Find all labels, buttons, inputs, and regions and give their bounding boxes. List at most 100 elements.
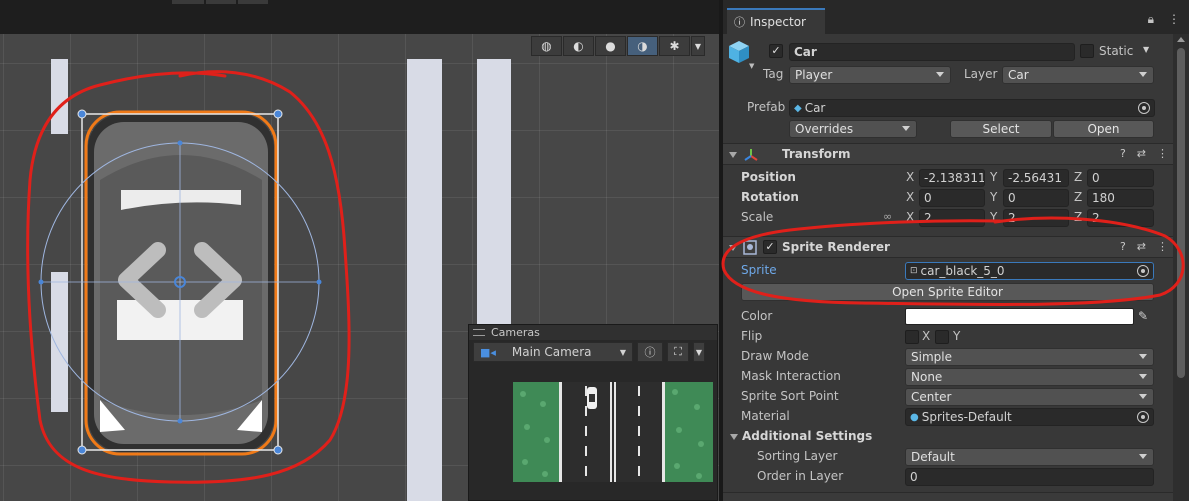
mask-interaction-dropdown[interactable]: None xyxy=(905,368,1154,386)
foldout-arrow-icon[interactable] xyxy=(730,434,738,440)
eyedropper-icon[interactable]: ✎ xyxy=(1138,309,1148,323)
axis-z-label[interactable]: Z xyxy=(1074,170,1082,184)
collider-handle xyxy=(38,279,44,285)
order-in-layer-field[interactable]: 0 xyxy=(905,468,1154,486)
prefab-label: Prefab xyxy=(747,100,786,114)
kebab-menu-icon[interactable]: ⋮ xyxy=(1168,12,1180,27)
scrollbar-thumb[interactable] xyxy=(1177,48,1185,378)
preset-sliders-icon[interactable]: ⇄ xyxy=(1137,240,1146,253)
foldout-arrow-icon[interactable] xyxy=(729,245,737,251)
rotation-z-field[interactable]: 180 xyxy=(1087,189,1154,207)
scale-z-field[interactable]: 2 xyxy=(1087,209,1154,227)
scene-view[interactable]: ◍ ◐ ● ◑ ✱ ▼ Cameras ■◂ Main Camera ▼ ⓘ ⛶… xyxy=(0,0,719,501)
prefab-open-button[interactable]: Open xyxy=(1053,120,1154,138)
scale-y-field[interactable]: 2 xyxy=(1003,209,1069,227)
layer-label: Layer xyxy=(964,67,998,81)
gameobject-cube-icon[interactable] xyxy=(728,40,750,64)
link-icon[interactable]: ∞ xyxy=(883,210,892,223)
foldout-arrow-icon[interactable] xyxy=(729,152,737,158)
tag-dropdown[interactable]: Player xyxy=(789,66,951,84)
open-sprite-editor-button[interactable]: Open Sprite Editor xyxy=(741,283,1154,301)
sprite-label: Sprite xyxy=(741,263,777,277)
unlit-moon-icon[interactable]: ◑ xyxy=(627,36,658,56)
shaded-sphere-icon[interactable]: ● xyxy=(595,36,626,56)
axis-y-label[interactable]: Y xyxy=(990,190,997,204)
inspector-scrollbar[interactable] xyxy=(1173,34,1189,501)
frame-camera-button[interactable]: ⛶ xyxy=(667,342,689,362)
camera-options-button[interactable]: ▼ xyxy=(693,342,705,362)
rotation-y-field[interactable]: 0 xyxy=(1003,189,1069,207)
static-checkbox[interactable] xyxy=(1080,44,1094,58)
position-z-field[interactable]: 0 xyxy=(1087,169,1154,187)
preset-sliders-icon[interactable]: ⇄ xyxy=(1137,147,1146,160)
object-picker-icon[interactable] xyxy=(1138,102,1150,114)
chevron-down-icon[interactable]: ▼ xyxy=(749,62,754,70)
object-picker-icon[interactable] xyxy=(1137,265,1149,277)
material-field[interactable]: ● Sprites-Default xyxy=(905,408,1154,426)
color-swatch[interactable] xyxy=(905,308,1134,325)
scroll-up-arrow-icon[interactable] xyxy=(1177,37,1185,42)
debug-bug-icon[interactable]: ✱ xyxy=(659,36,690,56)
axis-x-label[interactable]: X xyxy=(906,210,914,224)
transform-axes-icon xyxy=(744,149,758,161)
info-button[interactable]: ⓘ xyxy=(637,342,663,362)
position-label: Position xyxy=(741,170,796,184)
position-x-field[interactable]: -2.138311 xyxy=(919,169,985,187)
help-icon[interactable]: ? xyxy=(1120,240,1126,253)
gameobject-header: ▼ ✓ Car Static ▼ Tag Player Layer Car Pr… xyxy=(723,34,1174,144)
flip-x-checkbox[interactable] xyxy=(905,330,919,344)
scene-draw-mode-toolbar: ◍ ◐ ● ◑ ✱ ▼ xyxy=(531,36,705,56)
sorting-layer-dropdown[interactable]: Default xyxy=(905,448,1154,466)
position-y-field[interactable]: -2.56431 xyxy=(1003,169,1069,187)
sprite-renderer-header[interactable]: ✓ Sprite Renderer ? ⇄ ⋮ xyxy=(723,236,1174,258)
tab-inspector[interactable]: ⓘ Inspector xyxy=(727,8,825,34)
gameobject-name-field[interactable]: Car xyxy=(789,43,1075,61)
transform-title: Transform xyxy=(782,147,851,161)
cameras-overlay[interactable]: Cameras ■◂ Main Camera ▼ ⓘ ⛶ ▼ xyxy=(468,324,718,501)
prefab-field[interactable]: ◆ Car xyxy=(789,99,1155,117)
car-sprite[interactable] xyxy=(88,114,274,452)
sprite-asset-icon: ⊡ xyxy=(910,266,918,276)
lock-icon[interactable]: 🔒︎ xyxy=(1148,12,1154,27)
inspector-panel: ⓘ Inspector 🔒︎ ⋮ ▼ ✓ Car Static ▼ Tag Pl… xyxy=(722,0,1189,501)
chevron-down-icon[interactable]: ▼ xyxy=(691,36,705,56)
sprite-sort-point-label: Sprite Sort Point xyxy=(741,389,839,403)
component-header-icons: ? ⇄ ⋮ xyxy=(1120,240,1168,253)
rotation-x-field[interactable]: 0 xyxy=(919,189,985,207)
kebab-menu-icon[interactable]: ⋮ xyxy=(1157,147,1168,160)
drag-grip-icon[interactable] xyxy=(473,329,485,336)
kebab-menu-icon[interactable]: ⋮ xyxy=(1157,240,1168,253)
sprite-field[interactable]: ⊡ car_black_5_0 xyxy=(905,262,1154,280)
axis-x-label[interactable]: X xyxy=(906,170,914,184)
cameras-title: Cameras xyxy=(491,326,540,339)
active-checkbox[interactable]: ✓ xyxy=(769,44,783,58)
shaded-wireframe-icon[interactable]: ◐ xyxy=(563,36,594,56)
additional-settings-foldout[interactable]: Additional Settings xyxy=(742,429,872,443)
overrides-dropdown[interactable]: Overrides xyxy=(789,120,917,138)
help-icon[interactable]: ? xyxy=(1120,147,1126,160)
wireframe-globe-icon[interactable]: ◍ xyxy=(531,36,562,56)
info-icon: ⓘ xyxy=(644,346,656,359)
flip-y-checkbox[interactable] xyxy=(935,330,949,344)
axis-y-label[interactable]: Y xyxy=(990,210,997,224)
sprite-renderer-title: Sprite Renderer xyxy=(782,240,890,254)
axis-y-label[interactable]: Y xyxy=(990,170,997,184)
axis-x-label[interactable]: X xyxy=(906,190,914,204)
layer-dropdown[interactable]: Car xyxy=(1002,66,1154,84)
component-header-icons: ? ⇄ ⋮ xyxy=(1120,147,1168,160)
axis-z-label[interactable]: Z xyxy=(1074,210,1082,224)
object-picker-icon[interactable] xyxy=(1137,411,1149,423)
grass-right xyxy=(665,382,713,482)
camera-dropdown[interactable]: ■◂ Main Camera ▼ xyxy=(473,342,633,362)
transform-header[interactable]: Transform ? ⇄ ⋮ xyxy=(723,143,1174,165)
info-icon: ⓘ xyxy=(734,16,745,29)
scale-x-field[interactable]: 2 xyxy=(919,209,985,227)
camera-dropdown-value: Main Camera xyxy=(511,345,592,359)
sprite-sort-point-dropdown[interactable]: Center xyxy=(905,388,1154,406)
axis-z-label[interactable]: Z xyxy=(1074,190,1082,204)
prefab-select-button[interactable]: Select xyxy=(950,120,1052,138)
cameras-overlay-header[interactable]: Cameras xyxy=(469,325,717,340)
chevron-down-icon[interactable]: ▼ xyxy=(1143,45,1149,54)
sprite-renderer-enabled-checkbox[interactable]: ✓ xyxy=(763,240,777,254)
draw-mode-dropdown[interactable]: Simple xyxy=(905,348,1154,366)
